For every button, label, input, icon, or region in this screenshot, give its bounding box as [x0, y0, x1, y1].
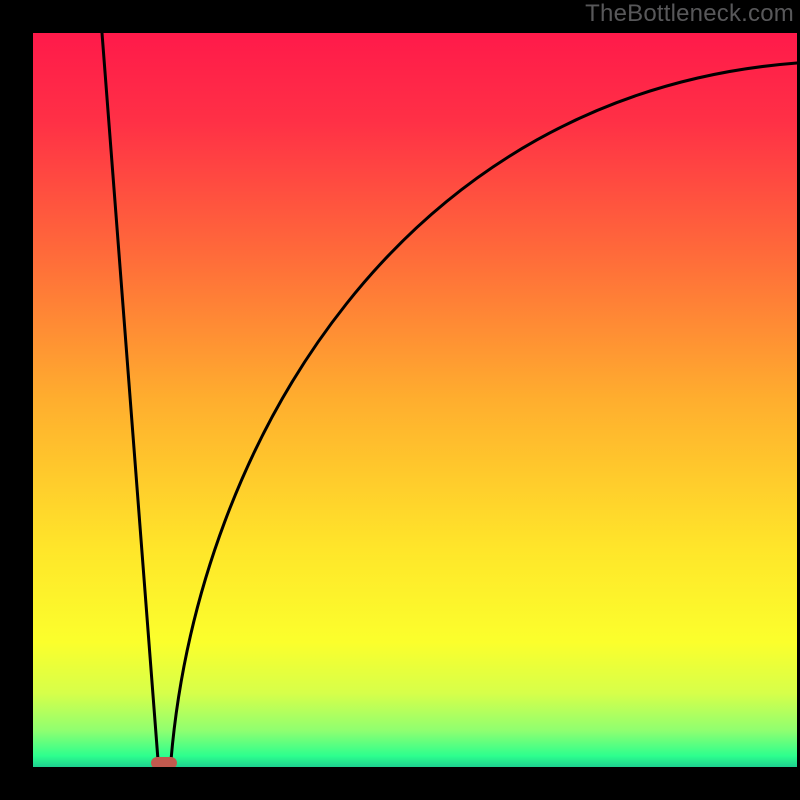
plot-area: [33, 33, 797, 767]
watermark-text: TheBottleneck.com: [585, 0, 794, 28]
curve-right-branch: [171, 63, 797, 760]
curve-left-branch: [102, 33, 158, 760]
chart-frame: [0, 0, 800, 800]
bottleneck-curve: [33, 33, 797, 767]
optimal-point-marker: [151, 757, 177, 767]
